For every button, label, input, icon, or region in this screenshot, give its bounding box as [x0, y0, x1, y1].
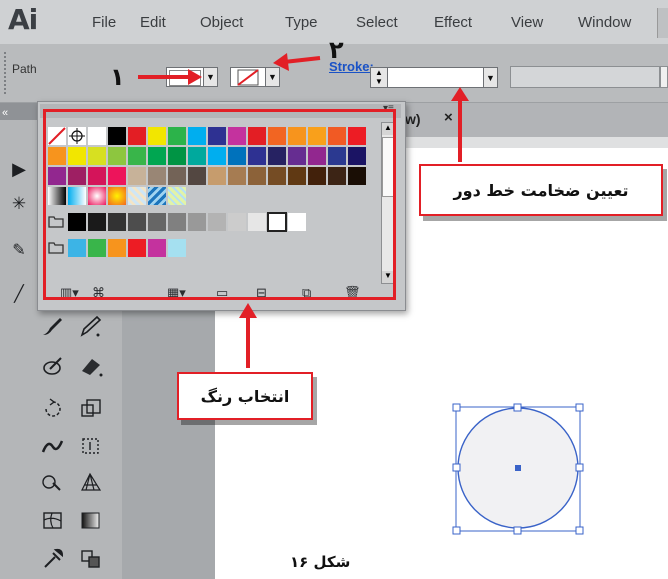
- annotation-arrows: [138, 53, 469, 368]
- annotation-number-2: ۲: [329, 36, 344, 64]
- figure-caption: شکل ۱۶: [290, 553, 351, 571]
- annotation-number-1: ۱: [110, 63, 125, 91]
- color-select-callout: انتخاب رنگ: [177, 372, 313, 420]
- stroke-weight-callout: تعیین ضخامت خط دور: [419, 164, 663, 216]
